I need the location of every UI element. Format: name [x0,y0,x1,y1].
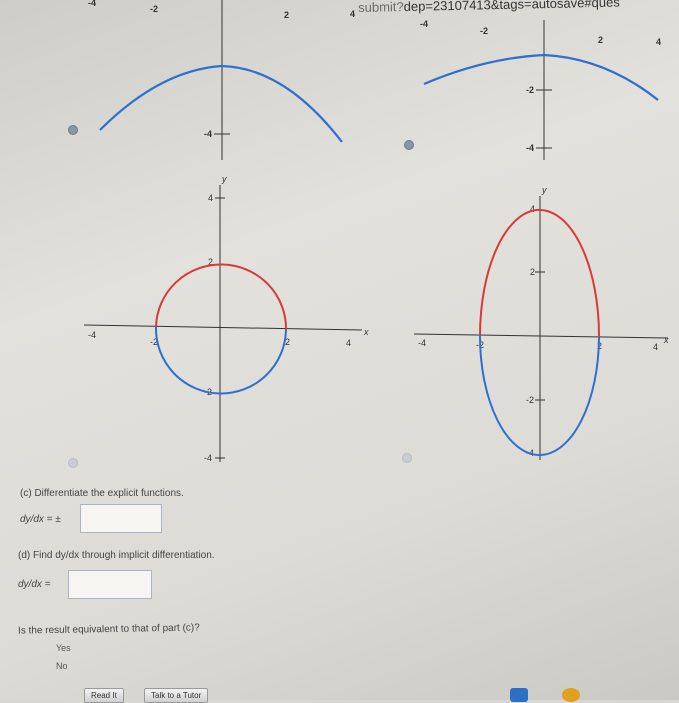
option-no[interactable]: No [56,661,68,671]
ellipse-lower-blue [478,334,600,456]
x-axis-label: x [663,335,669,345]
x-tick-label: 4 [656,37,661,47]
x-axis-label: x [363,327,369,337]
upper-curve-blue [99,64,343,143]
y-tick-label: 4 [208,193,213,203]
x-tick-label: -4 [88,330,96,340]
part-c-prompt: (c) Differentiate the explicit functions… [20,488,184,499]
x-tick-label: 4 [653,342,658,352]
y-axis-label: y [541,185,547,195]
x-tick-label: -2 [150,4,158,14]
graph-choice-radio-3[interactable] [68,458,78,468]
y-tick-label: -4 [204,129,212,139]
x-axis [83,324,363,331]
y-tick-label: 2 [530,267,535,277]
x-tick-label: -4 [418,338,426,348]
talk-to-tutor-button[interactable]: Talk to a Tutor [144,688,209,703]
y-tick-label: -2 [526,395,534,405]
graph-circle: y x 4 2 -2 -4 -4 -2 2 4 [83,174,369,463]
x-tick-label: -4 [88,0,96,8]
upper-curve-blue [423,53,659,101]
x-tick-label: 4 [350,9,355,19]
part-d-prompt: (d) Find dy/dx through implicit differen… [18,550,215,561]
x-tick-label: 2 [284,10,289,20]
part-c-answer-label: dy/dx = ± [20,514,61,525]
graph-choice-radio-4[interactable] [402,453,412,463]
graph-choice-radio-2[interactable] [404,140,414,150]
part-d-answer-label: dy/dx = [18,579,51,590]
x-tick-label: -2 [480,26,488,36]
circle-upper-red [155,263,288,331]
read-it-button[interactable]: Read It [84,688,124,703]
part-c-answer-input[interactable] [80,504,162,533]
circle-lower-blue [154,326,287,395]
part-d-answer-input[interactable] [68,570,152,599]
x-tick-label: 2 [598,35,603,45]
graph-choice-radio-1[interactable] [68,125,78,135]
y-tick-label: -2 [526,85,534,95]
graph-ellipse: y x 4 2 -2 -4 -4 -2 2 4 [413,185,669,460]
x-tick-label: 4 [346,338,351,348]
y-tick-label: 4 [530,204,535,214]
option-yes[interactable]: Yes [56,643,71,653]
graph-top-right: -2 -4 -4 -2 2 4 [420,19,661,160]
x-axis [413,333,669,339]
y-tick-label: -4 [526,143,534,153]
y-axis-label: y [221,174,227,184]
graph-top-left: -4 -2 -4 2 4 [88,0,355,160]
x-tick-label: -4 [420,19,428,29]
y-tick-label: -4 [204,453,212,463]
